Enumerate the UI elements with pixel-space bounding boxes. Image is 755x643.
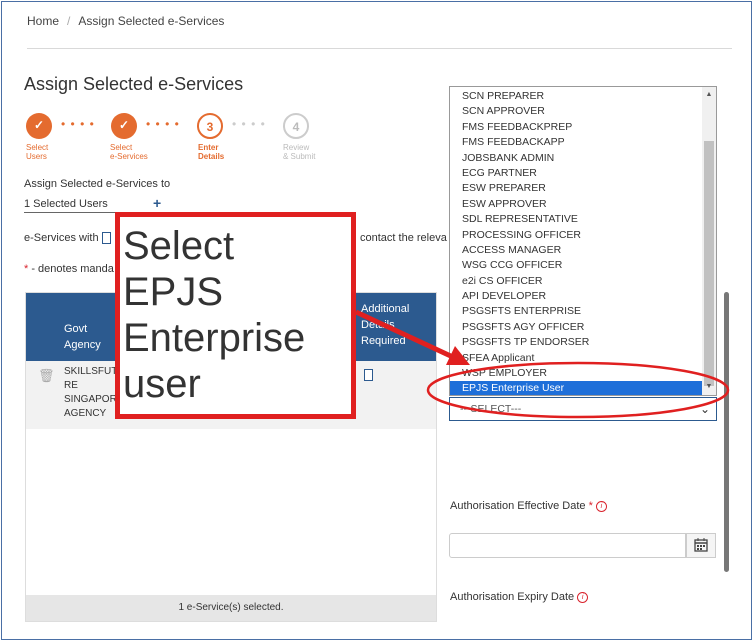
annotation-arrow — [354, 309, 457, 361]
annotation-ellipse — [426, 361, 730, 419]
annotation-overlay — [354, 309, 730, 419]
